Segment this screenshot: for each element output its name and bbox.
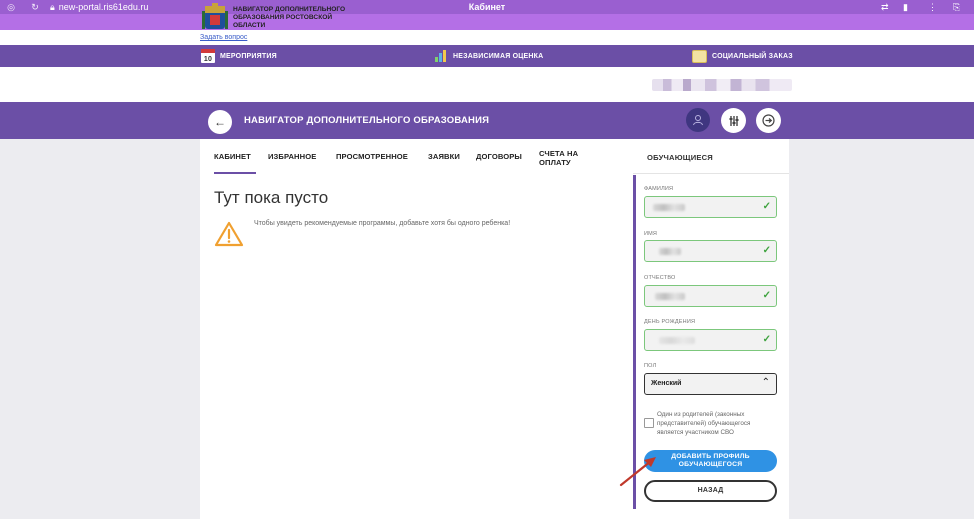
active-tab-indicator (214, 172, 256, 174)
firstname-field[interactable]: ✓ (644, 240, 777, 262)
svo-participant-checkbox[interactable] (644, 418, 654, 428)
profile-button[interactable] (686, 108, 710, 132)
feedback-icon[interactable]: ⎘ (953, 0, 960, 14)
gender-select[interactable]: Женский ⌃ (644, 373, 777, 395)
top-menu: 10 МЕРОПРИЯТИЯ НЕЗАВИСИМАЯ ОЦЕНКА СОЦИАЛ… (0, 45, 974, 67)
tab-invoices[interactable]: СЧЕТА НА ОПЛАТУ (539, 149, 587, 167)
filters-button[interactable] (721, 108, 746, 133)
user-icon (693, 115, 703, 126)
add-student-profile-button[interactable]: ДОБАВИТЬ ПРОФИЛЬ ОБУЧАЮЩЕГОСЯ (644, 450, 777, 472)
firstname-label: ИМЯ (644, 231, 658, 237)
tab-cabinet[interactable]: КАБИНЕТ (214, 152, 251, 161)
lastname-field[interactable]: ✓ (644, 196, 777, 218)
reload-icon[interactable]: ↻ (28, 2, 42, 13)
exit-arrow-icon (762, 114, 775, 127)
site-logo-text[interactable]: НАВИГАТОР ДОПОЛНИТЕЛЬНОГО ОБРАЗОВАНИЯ РО… (233, 6, 363, 30)
lastname-value-blurred (653, 204, 685, 211)
check-icon: ✓ (762, 201, 771, 212)
tab-viewed[interactable]: ПРОСМОТРЕННОЕ (336, 152, 408, 161)
arrow-left-icon: ← (214, 115, 226, 129)
menu-social-order-label: СОЦИАЛЬНЫЙ ЗАКАЗ (712, 52, 793, 60)
bookmark-icon[interactable]: ▮ (903, 0, 908, 14)
back-button[interactable]: НАЗАД (644, 480, 777, 502)
warning-icon (214, 221, 244, 247)
patronymic-label: ОТЧЕСТВО (644, 275, 676, 281)
chart-icon (434, 49, 448, 63)
calendar-day: 10 (203, 56, 213, 63)
menu-social-order[interactable]: СОЦИАЛЬНЫЙ ЗАКАЗ (692, 45, 793, 67)
students-panel-title: ОБУЧАЮЩИЕСЯ (647, 153, 713, 162)
lock-icon: 🔒︎ (50, 1, 55, 12)
empty-state-message: Чтобы увидеть рекомендуемые программы, д… (254, 220, 511, 227)
panel-accent-stripe (633, 175, 636, 509)
address-bar[interactable]: 🔒︎ new-portal.ris61edu.ru (50, 2, 148, 13)
gender-select-value: Женский (651, 380, 682, 387)
check-icon: ✓ (762, 245, 771, 256)
page-header: ← НАВИГАТОР ДОПОЛНИТЕЛЬНОГО ОБРАЗОВАНИЯ (0, 102, 974, 139)
students-panel: ОБУЧАЮЩИЕСЯ ФАМИЛИЯ ✓ ИМЯ ✓ ОТЧЕСТВО ✓ Д… (633, 139, 789, 519)
user-name-blurred[interactable] (652, 79, 792, 91)
menu-assessment-label: НЕЗАВИСИМАЯ ОЦЕНКА (453, 52, 544, 60)
main-panel: КАБИНЕТ ИЗБРАННОЕ ПРОСМОТРЕННОЕ ЗАЯВКИ Д… (200, 139, 633, 519)
logo-band (0, 67, 974, 102)
translate-icon[interactable]: ⇄ (881, 0, 889, 14)
birthday-value-blurred (659, 337, 695, 344)
sliders-icon (729, 115, 738, 126)
patronymic-value-blurred (655, 293, 685, 300)
birthday-label: ДЕНЬ РОЖДЕНИЯ (644, 319, 696, 325)
help-strip: Задать вопрос (0, 30, 974, 45)
ask-question-link[interactable]: Задать вопрос (200, 34, 247, 41)
tab-applications[interactable]: ЗАЯВКИ (428, 152, 460, 161)
page-title: НАВИГАТОР ДОПОЛНИТЕЛЬНОГО ОБРАЗОВАНИЯ (244, 115, 490, 126)
check-icon: ✓ (762, 290, 771, 301)
calendar-icon: 10 (201, 49, 215, 63)
more-icon[interactable]: ⋮ (928, 0, 937, 14)
document-icon (692, 49, 707, 63)
empty-state-title: Тут пока пусто (214, 188, 329, 207)
svo-participant-label[interactable]: Один из родителей (законных представител… (657, 410, 777, 437)
tab-favorites[interactable]: ИЗБРАННОЕ (268, 152, 316, 161)
birthday-field[interactable]: ✓ (644, 329, 777, 351)
region-emblem-icon[interactable] (202, 3, 228, 32)
tab-contracts[interactable]: ДОГОВОРЫ (476, 152, 522, 161)
browser-toolbar: ◎ ↻ 🔒︎ new-portal.ris61edu.ru Кабинет ⇄ … (0, 0, 974, 14)
url-text: new-portal.ris61edu.ru (58, 2, 149, 12)
chevron-up-icon: ⌃ (761, 377, 770, 388)
firstname-value-blurred (659, 248, 681, 255)
students-panel-header: ОБУЧАЮЩИЕСЯ (633, 139, 789, 174)
browser-subbar (0, 14, 974, 30)
check-icon: ✓ (762, 334, 771, 345)
menu-events[interactable]: 10 МЕРОПРИЯТИЯ (201, 45, 277, 67)
gender-label: ПОЛ (644, 363, 657, 369)
menu-assessment[interactable]: НЕЗАВИСИМАЯ ОЦЕНКА (434, 45, 543, 67)
logout-button[interactable] (756, 108, 781, 133)
patronymic-field[interactable]: ✓ (644, 285, 777, 307)
lastname-label: ФАМИЛИЯ (644, 186, 674, 192)
site-info-icon[interactable]: ◎ (4, 2, 18, 13)
menu-events-label: МЕРОПРИЯТИЯ (220, 52, 277, 60)
back-arrow-button[interactable]: ← (208, 110, 232, 134)
